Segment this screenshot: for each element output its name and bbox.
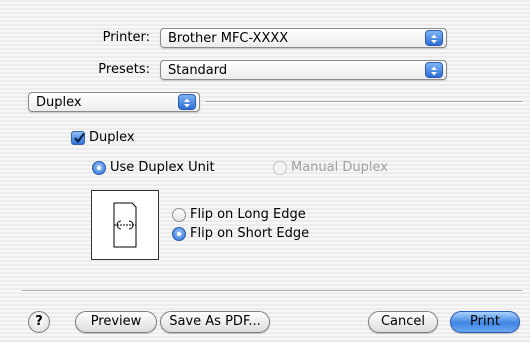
flip-short-edge-radio[interactable] (172, 227, 186, 241)
duplex-checkbox[interactable] (71, 131, 85, 145)
print-button[interactable]: Print (450, 311, 520, 333)
presets-label: Presets: (98, 62, 150, 77)
printer-value: Brother MFC-XXXX (168, 31, 289, 46)
printer-label: Printer: (102, 30, 150, 45)
preview-button[interactable]: Preview (75, 311, 157, 333)
presets-value: Standard (168, 63, 228, 78)
cancel-button[interactable]: Cancel (368, 311, 438, 333)
panel-separator (206, 101, 522, 103)
popup-arrows-icon (425, 62, 443, 78)
popup-arrows-icon (178, 94, 196, 110)
panel-value: Duplex (36, 95, 82, 110)
checkmark-icon (74, 132, 85, 144)
flip-long-edge-label: Flip on Long Edge (190, 207, 306, 222)
popup-arrows-icon (425, 30, 443, 46)
manual-duplex-label: Manual Duplex (291, 160, 388, 175)
flip-long-edge-radio[interactable] (172, 208, 186, 222)
printer-popup[interactable]: Brother MFC-XXXX (160, 28, 447, 48)
bottom-separator (22, 290, 522, 292)
manual-duplex-radio (273, 161, 287, 175)
panel-popup[interactable]: Duplex (28, 92, 200, 112)
use-duplex-unit-label: Use Duplex Unit (110, 160, 215, 175)
duplex-preview-image (91, 190, 159, 260)
save-as-pdf-button[interactable]: Save As PDF... (160, 311, 270, 333)
use-duplex-unit-radio[interactable] (92, 161, 106, 175)
presets-popup[interactable]: Standard (160, 60, 447, 80)
duplex-checkbox-label: Duplex (89, 130, 135, 145)
duplex-binding-icon (113, 202, 137, 248)
flip-short-edge-label: Flip on Short Edge (190, 226, 310, 241)
help-button[interactable]: ? (28, 311, 50, 333)
